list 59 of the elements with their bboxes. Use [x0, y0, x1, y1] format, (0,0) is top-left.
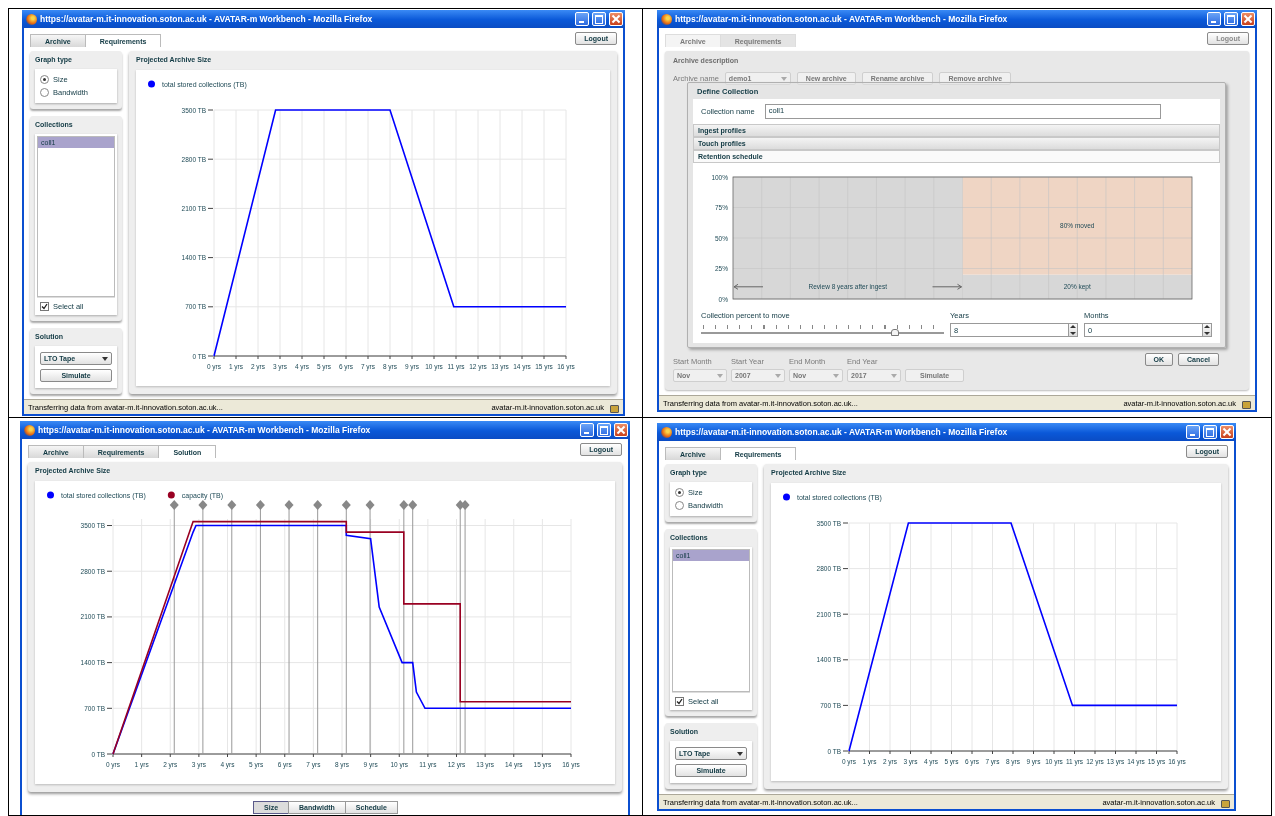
radio-button[interactable]	[40, 88, 49, 97]
radio-button[interactable]	[675, 488, 684, 497]
checkbox[interactable]	[40, 302, 49, 311]
checkbox[interactable]	[675, 697, 684, 706]
tick-mark	[106, 753, 113, 755]
tick-mark	[842, 704, 849, 706]
tick-mark	[106, 570, 113, 572]
tick-mark	[106, 525, 113, 527]
tick-mark	[106, 662, 113, 664]
caret-icon	[833, 373, 839, 378]
caret-icon	[780, 76, 787, 81]
caret-icon	[717, 373, 723, 378]
radio-button[interactable]	[40, 75, 49, 84]
lock-icon	[610, 404, 619, 413]
browser-logo-icon	[26, 13, 37, 25]
caret-icon	[102, 356, 108, 361]
tick-mark	[842, 522, 849, 524]
spinner-arrows-icon	[1068, 324, 1077, 336]
window-title: https://avatar-m.it-innovation.soton.ac.uk - AVATAR-m Workbench - Mozilla Firefox	[40, 14, 374, 24]
arrow	[932, 283, 962, 290]
spinner-arrows-icon	[1202, 324, 1211, 336]
tick-mark	[207, 306, 214, 308]
minimize-button[interactable]	[580, 423, 594, 437]
lock-icon	[1221, 799, 1230, 808]
tick-mark	[106, 616, 113, 618]
close-button[interactable]	[609, 12, 623, 26]
radio-button[interactable]	[675, 501, 684, 510]
slider[interactable]	[701, 323, 944, 337]
close-button[interactable]	[614, 423, 628, 437]
tick-mark	[207, 158, 214, 160]
tick-mark	[106, 707, 113, 709]
minimize-button[interactable]	[575, 12, 589, 26]
maximize-button[interactable]	[597, 423, 611, 437]
tick-mark	[842, 659, 849, 661]
tick-mark	[207, 207, 214, 209]
tick-mark	[842, 568, 849, 570]
caret-icon	[891, 373, 897, 378]
slider-thumb[interactable]	[891, 329, 900, 336]
window-title: https://avatar-m.it-innovation.soton.ac.uk - AVATAR-m Workbench - Mozilla Firefox	[38, 425, 372, 435]
minimize-button[interactable]	[1207, 12, 1221, 26]
tick-mark	[207, 109, 214, 111]
tick-mark	[842, 750, 849, 752]
close-button[interactable]	[1241, 12, 1255, 26]
maximize-button[interactable]	[1203, 425, 1217, 439]
tick-mark	[207, 257, 214, 259]
maximize-button[interactable]	[592, 12, 606, 26]
caret-icon	[737, 751, 743, 756]
maximize-button[interactable]	[1224, 12, 1238, 26]
tick-mark	[842, 613, 849, 615]
minimize-button[interactable]	[1186, 425, 1200, 439]
window-title: https://avatar-m.it-innovation.soton.ac.uk - AVATAR-m Workbench - Mozilla Firefox	[675, 14, 1009, 24]
window-title: https://avatar-m.it-innovation.soton.ac.uk - AVATAR-m Workbench - Mozilla Firefox	[675, 427, 1009, 437]
browser-logo-icon	[661, 426, 672, 438]
tick-mark	[207, 355, 214, 357]
browser-logo-icon	[24, 424, 35, 436]
close-button[interactable]	[1220, 425, 1234, 439]
caret-icon	[775, 373, 781, 378]
lock-icon	[1242, 400, 1251, 409]
browser-logo-icon	[661, 13, 672, 25]
